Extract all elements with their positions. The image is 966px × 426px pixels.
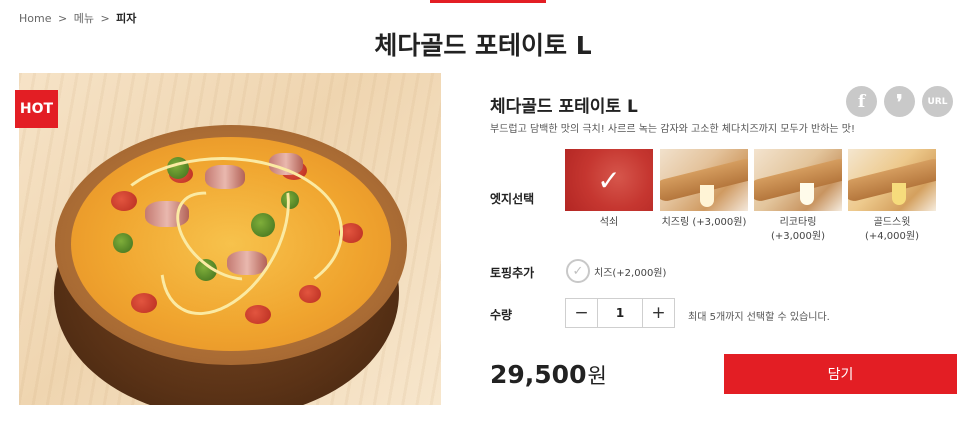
price: 29,500원 [490, 360, 607, 390]
quantity-label: 수량 [490, 308, 513, 322]
edge-option-label: 치즈링 (+3,000원) [661, 217, 747, 228]
topping-add-label: 토핑추가 [490, 266, 535, 280]
facebook-share-icon[interactable]: f [846, 86, 877, 117]
price-unit: 원 [587, 364, 607, 388]
breadcrumb-separator: > [100, 12, 110, 25]
edge-option-name: 골드스윗 [873, 217, 911, 228]
edge-thumbnail [848, 149, 936, 211]
increase-quantity-button[interactable]: + [643, 299, 674, 327]
breadcrumb-home[interactable]: Home [19, 12, 51, 25]
decrease-quantity-button[interactable]: − [566, 299, 597, 327]
top-accent-bar [430, 0, 546, 3]
quantity-stepper: − 1 + [565, 298, 675, 328]
edge-option-grill[interactable]: ✓ 석쇠 [565, 149, 653, 230]
edge-thumbnail [754, 149, 842, 211]
topping-option-cheese[interactable]: ✓ 치즈(+2,000원) [566, 259, 666, 283]
edge-option-price: (+3,000원) [770, 231, 825, 242]
check-circle-icon[interactable]: ✓ [566, 259, 590, 283]
edge-thumbnail [660, 149, 748, 211]
quantity-limit-note: 최대 5개까지 선택할 수 있습니다. [688, 312, 830, 323]
edge-option-label: 석쇠 [599, 217, 619, 228]
hot-badge: HOT [15, 90, 58, 128]
breadcrumb-separator: > [57, 12, 68, 25]
breadcrumb: Home > 메뉴 > 피자 [19, 10, 136, 26]
price-amount: 29,500 [490, 360, 587, 389]
edge-option-price: (+4,000원) [864, 231, 919, 242]
selected-check-icon: ✓ [565, 149, 653, 211]
product-image [19, 73, 441, 405]
product-name: 체다골드 포테이토 L [490, 97, 638, 117]
edge-option-cheese-ring[interactable]: 치즈링 (+3,000원) [660, 149, 748, 230]
edge-select-label: 엣지선택 [490, 192, 535, 206]
edge-option-label: 골드스윗 (+4,000원) [848, 216, 936, 244]
edge-option-gold-sweet[interactable]: 골드스윗 (+4,000원) [848, 149, 936, 244]
topping-option-label: 치즈(+2,000원) [594, 267, 667, 279]
quantity-value[interactable]: 1 [597, 299, 643, 327]
breadcrumb-current: 피자 [116, 12, 137, 25]
edge-thumbnail: ✓ [565, 149, 653, 211]
edge-option-label: 리코타링 (+3,000원) [754, 216, 842, 244]
edge-option-name: 리코타링 [779, 217, 817, 228]
url-copy-icon[interactable]: URL [922, 86, 953, 117]
kakaostory-share-icon[interactable]: ❜ [884, 86, 915, 117]
product-description: 부드럽고 담백한 맛의 극치! 사르르 녹는 감자와 고소한 체다치즈까지 모두… [490, 124, 855, 135]
breadcrumb-menu[interactable]: 메뉴 [74, 12, 94, 25]
page-title: 체다골드 포테이토 L [374, 31, 592, 60]
edge-option-ricotta-ring[interactable]: 리코타링 (+3,000원) [754, 149, 842, 244]
add-to-cart-button[interactable]: 담기 [724, 354, 957, 394]
